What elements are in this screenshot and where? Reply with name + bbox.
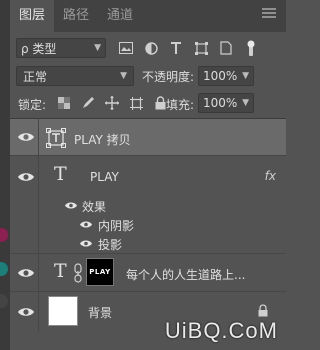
effect-visibility-icon[interactable] [80, 239, 92, 248]
opacity-label: 不透明度: [142, 70, 195, 84]
visibility-eye-icon[interactable] [18, 131, 34, 143]
blend-mode-value: 正常 [23, 69, 48, 84]
shape-filter-icon[interactable] [193, 40, 209, 56]
image-filter-icon[interactable] [118, 40, 134, 56]
lock-label: 锁定: [18, 98, 47, 112]
tab-paths[interactable]: 路径 [54, 0, 98, 32]
layer-name[interactable]: PLAY 拷贝 [74, 131, 131, 148]
layers-panel: 图层 路径 通道 ρ 类型 ▼ 正常 ▼ 不透明度: 100% ▼ 锁定: 填充… [10, 0, 286, 350]
panel-menu-icon[interactable] [262, 6, 276, 24]
color-swatch[interactable] [0, 262, 8, 276]
smart-object-filter-icon[interactable] [218, 40, 234, 56]
fill-input[interactable]: 100% ▼ [198, 93, 254, 113]
fill-value: 100% [203, 96, 238, 110]
divider [38, 292, 39, 332]
lock-artboard-icon[interactable] [128, 95, 144, 111]
effect-visibility-icon[interactable] [80, 220, 92, 229]
lock-transparency-icon[interactable] [56, 95, 72, 111]
lock-icon [258, 304, 268, 317]
fill-label: 填充: [166, 98, 195, 112]
watermark: UiBQ.CoM [164, 318, 278, 343]
divider [38, 156, 39, 253]
chevron-down-icon: ▼ [242, 98, 249, 108]
fx-icon[interactable]: fx [265, 169, 276, 183]
panel-tabs: 图层 路径 通道 [10, 0, 286, 32]
lock-pixels-icon[interactable] [80, 95, 96, 111]
filter-kind-select[interactable]: ρ 类型 ▼ [16, 38, 106, 58]
tab-channels[interactable]: 通道 [98, 0, 142, 32]
chevron-down-icon: ▼ [242, 71, 249, 81]
layer-thumbnail: PLAY [86, 258, 114, 286]
layer-thumbnail [48, 296, 78, 326]
chevron-down-icon: ▼ [94, 43, 101, 53]
type-filter-icon[interactable] [168, 40, 184, 56]
visibility-eye-icon[interactable] [18, 171, 34, 183]
color-swatch[interactable] [0, 294, 8, 308]
chevron-down-icon: ▼ [120, 71, 127, 81]
blend-mode-select[interactable]: 正常 ▼ [16, 66, 134, 86]
opacity-input[interactable]: 100% ▼ [198, 66, 254, 86]
text-layer-icon: T [54, 260, 67, 282]
layer-row-play[interactable]: T PLAY fx 效果 内阴影 投影 [10, 156, 286, 254]
opacity-value: 100% [203, 69, 238, 83]
divider [38, 119, 39, 155]
layer-row-text[interactable]: T PLAY 每个人的人生道路上... [10, 254, 286, 292]
visibility-eye-icon[interactable] [18, 306, 34, 318]
smart-object-thumb-icon [46, 128, 66, 148]
filter-toggle-icon[interactable] [243, 40, 259, 56]
adjustment-filter-icon[interactable] [143, 40, 159, 56]
tab-layers[interactable]: 图层 [10, 0, 55, 32]
lock-position-icon[interactable] [104, 95, 120, 111]
text-layer-icon: T [54, 163, 67, 185]
effect-inner-shadow[interactable]: 内阴影 [98, 217, 134, 234]
layer-row-play-copy[interactable]: PLAY 拷贝 [10, 119, 286, 156]
lock-icons [56, 95, 168, 111]
effects-visibility-icon[interactable] [65, 201, 77, 210]
visibility-eye-icon[interactable] [18, 267, 34, 279]
tool-strip [0, 0, 10, 350]
layer-name[interactable]: PLAY [90, 170, 119, 184]
link-icon[interactable] [74, 263, 82, 283]
divider [38, 254, 39, 291]
color-swatch[interactable] [0, 228, 8, 242]
layer-name[interactable]: 每个人的人生道路上... [126, 266, 245, 283]
filter-kind-label: ρ 类型 [21, 41, 57, 56]
layer-name[interactable]: 背景 [88, 304, 112, 321]
effect-drop-shadow[interactable]: 投影 [98, 236, 122, 253]
effects-label: 效果 [82, 200, 107, 214]
filter-icons [118, 40, 259, 56]
